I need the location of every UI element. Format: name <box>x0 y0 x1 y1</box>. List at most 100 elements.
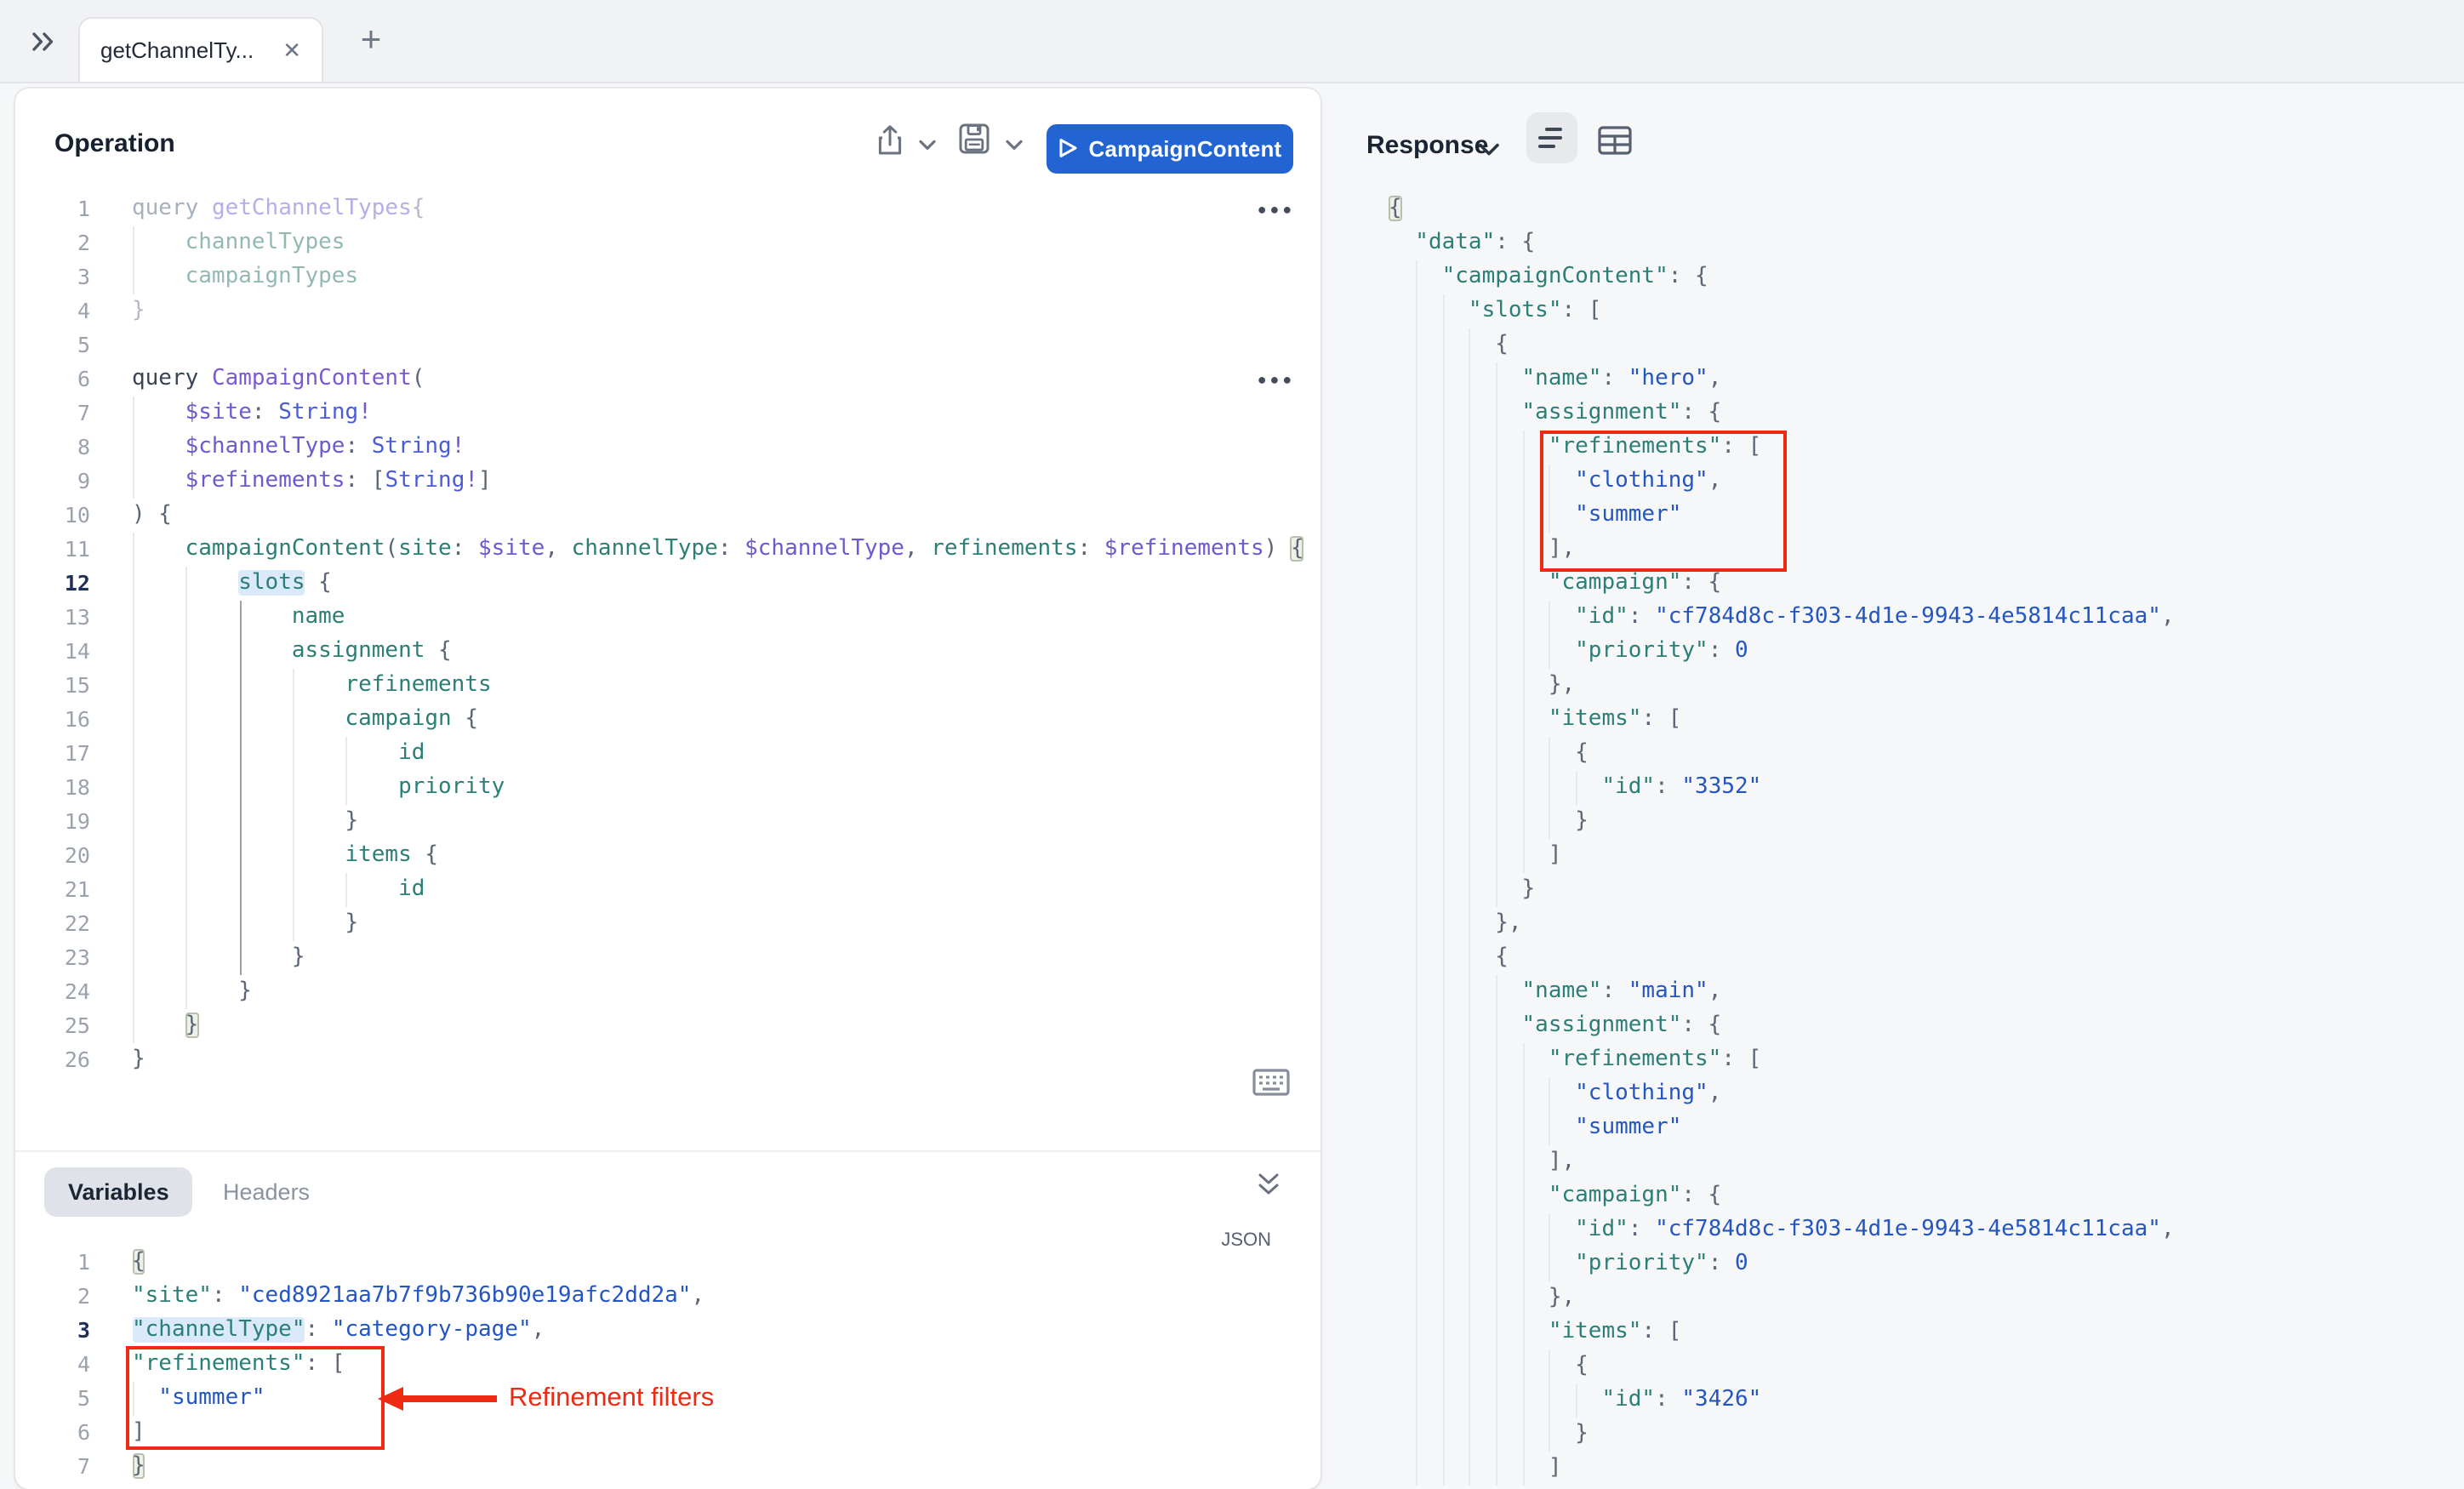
code-line[interactable]: } <box>132 1450 1315 1484</box>
code-line[interactable]: $channelType: String! <box>132 430 1315 464</box>
run-operation-button[interactable]: CampaignContent <box>1047 123 1293 173</box>
code-line[interactable]: slots { <box>132 566 1315 600</box>
code-line[interactable]: }, <box>1389 1281 2410 1315</box>
operation-menu-icon[interactable]: ●●● <box>1251 365 1302 392</box>
tab-headers[interactable]: Headers <box>223 1167 310 1216</box>
code-line[interactable]: campaignContent(site: $site, channelType… <box>132 532 1315 566</box>
code-line[interactable]: } <box>132 804 1315 838</box>
new-tab-button[interactable]: + <box>351 20 391 61</box>
code-line[interactable]: "priority": 0 <box>1389 1247 2410 1281</box>
response-viewer[interactable]: { "data": { "campaignContent": { "slots"… <box>1389 191 2410 1485</box>
code-line[interactable]: campaign { <box>132 702 1315 736</box>
code-line[interactable]: $refinements: [String!] <box>132 464 1315 498</box>
indent-guide <box>1443 804 1445 838</box>
indent-guide <box>1443 532 1445 566</box>
code-line[interactable]: } <box>1389 804 2410 838</box>
share-button[interactable] <box>875 123 905 156</box>
indent-guide <box>1443 872 1445 906</box>
code-line[interactable]: { <box>132 1246 1315 1280</box>
code-line[interactable]: priority <box>132 770 1315 804</box>
indent-guide <box>1523 1247 1525 1281</box>
code-line[interactable]: "name": "main", <box>1389 974 2410 1008</box>
code-line[interactable]: "clothing", <box>1389 1076 2410 1110</box>
operation-editor[interactable]: query getChannelTypes{ channelTypes camp… <box>132 191 1315 1076</box>
code-line[interactable]: items { <box>132 838 1315 872</box>
code-line[interactable]: "slots": [ <box>1389 294 2410 328</box>
collapse-section-button[interactable] <box>1256 1172 1281 1195</box>
sidebar-expand-button[interactable] <box>20 19 65 63</box>
code-line[interactable]: }, <box>1389 906 2410 940</box>
code-line[interactable]: $site: String! <box>132 396 1315 430</box>
code-line[interactable]: "campaignContent": { <box>1389 260 2410 294</box>
code-line[interactable]: { <box>1389 736 2410 770</box>
operation-menu-icon[interactable]: ●●● <box>1251 195 1302 222</box>
tab-getchanneltypes[interactable]: getChannelTy... ✕ <box>78 17 323 82</box>
code-line[interactable]: "id": "3352" <box>1389 770 2410 804</box>
tab-variables[interactable]: Variables <box>44 1167 193 1216</box>
code-line[interactable]: name <box>132 600 1315 634</box>
code-line[interactable]: } <box>132 1042 1315 1076</box>
code-line[interactable]: } <box>132 1008 1315 1042</box>
code-line[interactable]: { <box>1389 328 2410 362</box>
code-line[interactable]: } <box>132 940 1315 974</box>
indent-guide <box>186 634 188 668</box>
indent-guide <box>1416 600 1417 634</box>
code-line[interactable]: "assignment": { <box>1389 396 2410 430</box>
keyboard-shortcuts-icon[interactable] <box>1252 1068 1290 1095</box>
code-line[interactable]: ], <box>1389 1144 2410 1178</box>
code-line[interactable]: "priority": 0 <box>1389 634 2410 668</box>
indent-guide <box>1523 1076 1525 1110</box>
code-line[interactable]: { <box>1389 940 2410 974</box>
code-line[interactable]: "items": [ <box>1389 702 2410 736</box>
code-line[interactable]: "name": "hero", <box>1389 362 2410 396</box>
save-button[interactable] <box>958 122 990 154</box>
code-line[interactable]: "id": "cf784d8c-f303-4d1e-9943-4e5814c11… <box>1389 600 2410 634</box>
code-line[interactable]: query CampaignContent( <box>132 362 1315 396</box>
response-panel-title[interactable]: Response <box>1366 131 1488 160</box>
code-line[interactable]: "data": { <box>1389 225 2410 260</box>
share-dropdown-button[interactable] <box>919 139 936 151</box>
code-line[interactable]: refinements <box>132 668 1315 702</box>
code-line[interactable]: "campaign": { <box>1389 1178 2410 1212</box>
code-line[interactable]: id <box>132 736 1315 770</box>
code-line[interactable]: { <box>1389 1349 2410 1383</box>
code-line[interactable]: } <box>132 906 1315 940</box>
code-line[interactable]: campaignTypes <box>132 260 1315 294</box>
code-line[interactable]: } <box>1389 1417 2410 1451</box>
code-line[interactable]: "items": [ <box>1389 1315 2410 1349</box>
code-line[interactable]: "id": "cf784d8c-f303-4d1e-9943-4e5814c11… <box>1389 1212 2410 1247</box>
code-line[interactable] <box>132 328 1315 362</box>
close-icon[interactable]: ✕ <box>272 39 301 61</box>
code-line[interactable]: } <box>132 294 1315 328</box>
chevron-down-icon[interactable] <box>1479 143 1499 157</box>
pretty-view-toggle[interactable] <box>1526 112 1577 163</box>
code-line[interactable]: "channelType": "category-page", <box>132 1314 1315 1348</box>
code-line[interactable]: } <box>132 974 1315 1008</box>
code-line[interactable]: "id": "3426" <box>1389 1383 2410 1417</box>
code-line[interactable]: { <box>1389 191 2410 225</box>
save-dropdown-button[interactable] <box>1006 139 1023 151</box>
code-line[interactable]: query getChannelTypes{ <box>132 191 1315 225</box>
indent-guide <box>1549 1247 1551 1281</box>
indent-guide <box>1576 1383 1577 1417</box>
code-line[interactable]: id <box>132 872 1315 906</box>
code-line[interactable]: }, <box>1389 668 2410 702</box>
indent-guide <box>1469 1349 1471 1383</box>
indent-guide <box>1496 498 1497 532</box>
indent-guide <box>1469 1110 1471 1144</box>
code-line[interactable]: "summer" <box>1389 1110 2410 1144</box>
code-line[interactable]: assignment { <box>132 634 1315 668</box>
indent-guide <box>1496 1417 1497 1451</box>
code-line[interactable]: ] <box>1389 1451 2410 1485</box>
code-line[interactable]: } <box>1389 872 2410 906</box>
table-view-toggle[interactable] <box>1593 117 1637 162</box>
code-line[interactable]: "assignment": { <box>1389 1008 2410 1042</box>
indent-guide <box>1496 1451 1497 1485</box>
code-line[interactable]: ] <box>1389 838 2410 872</box>
code-line[interactable]: channelTypes <box>132 225 1315 260</box>
code-line[interactable]: "campaign": { <box>1389 566 2410 600</box>
code-line[interactable]: "refinements": [ <box>1389 1042 2410 1076</box>
indent-guide <box>239 600 241 634</box>
code-line[interactable]: "site": "ced8921aa7b7f9b736b90e19afc2dd2… <box>132 1280 1315 1314</box>
code-line[interactable]: ) { <box>132 498 1315 532</box>
